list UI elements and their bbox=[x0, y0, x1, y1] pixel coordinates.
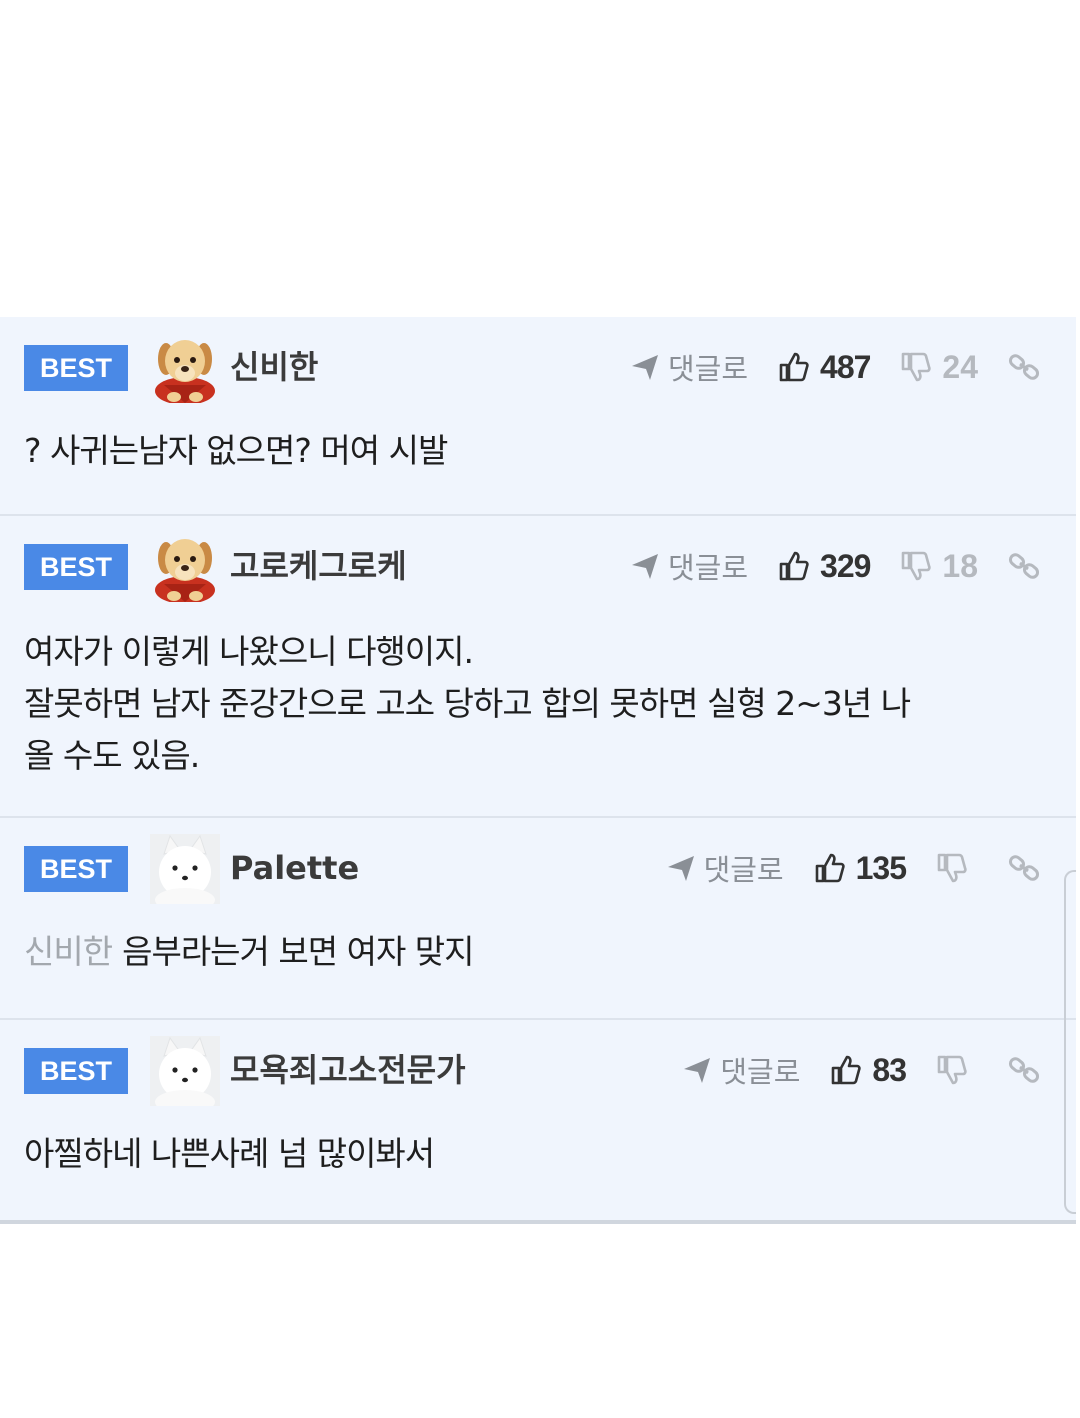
share-link-button[interactable] bbox=[1008, 351, 1040, 383]
best-badge: BEST bbox=[24, 1048, 128, 1094]
comment-item: BEST 모욕죄고소전문가 댓글로 83 아찔하네 나쁜사례 넘 많이봐서 bbox=[0, 1020, 1076, 1224]
reply-button[interactable]: 댓글로 bbox=[666, 847, 784, 889]
reply-button[interactable]: 댓글로 bbox=[630, 346, 748, 388]
scrollbar[interactable] bbox=[1064, 870, 1076, 1214]
thumbs-up-icon bbox=[832, 1055, 862, 1085]
comment-body: 아찔하네 나쁜사례 넘 많이봐서 bbox=[24, 1128, 1036, 1180]
comment-header: BEST Palette 댓글로 135 bbox=[24, 834, 1076, 904]
comment-text-line: 신비한 음부라는거 보면 여자 맞지 bbox=[24, 926, 1036, 978]
dislike-button[interactable]: 18 bbox=[900, 548, 978, 585]
comment-item: BEST 고로케그로케 댓글로 329 18 여자가 이렇게 나왔으니 다행이지… bbox=[0, 516, 1076, 818]
link-icon bbox=[1008, 855, 1040, 881]
comment-actions: 댓글로 329 18 bbox=[630, 544, 1040, 588]
reply-arrow-icon bbox=[631, 554, 658, 579]
like-button[interactable]: 487 bbox=[778, 348, 871, 386]
thumbs-up-icon bbox=[779, 551, 809, 581]
reply-label: 댓글로 bbox=[667, 551, 749, 585]
like-count: 487 bbox=[820, 348, 871, 385]
reply-label: 댓글로 bbox=[720, 1055, 801, 1089]
comment-text: 음부라는거 보면 여자 맞지 bbox=[122, 932, 474, 971]
best-badge: BEST bbox=[24, 345, 128, 391]
link-icon bbox=[1008, 1057, 1040, 1083]
reply-arrow-icon bbox=[667, 856, 694, 881]
comment-text-line: 올 수도 있음. bbox=[24, 736, 200, 775]
comment-body: ? 사귀는남자 없으면? 머여 시발 bbox=[24, 425, 1036, 477]
best-comments-list: BEST 신비한 댓글로 487 24 ? 사귀는남자 없으면? 머여 시발 B… bbox=[0, 317, 1076, 1224]
dislike-button[interactable]: 24 bbox=[900, 349, 978, 386]
comment-nickname[interactable]: 모욕죄고소전문가 bbox=[230, 1050, 466, 1090]
reply-button[interactable]: 댓글로 bbox=[682, 1049, 800, 1091]
share-link-button[interactable] bbox=[1008, 1054, 1040, 1086]
comment-text-line: 아찔하네 나쁜사례 넘 많이봐서 bbox=[24, 1134, 435, 1173]
thumbs-down-icon bbox=[937, 853, 967, 883]
best-badge: BEST bbox=[24, 544, 128, 590]
thumbs-down-icon bbox=[937, 1055, 967, 1085]
comment-header: BEST 모욕죄고소전문가 댓글로 83 bbox=[24, 1036, 1076, 1106]
like-count: 329 bbox=[820, 547, 871, 584]
like-count: 83 bbox=[872, 1051, 907, 1088]
reply-label: 댓글로 bbox=[667, 352, 749, 386]
like-button[interactable]: 83 bbox=[830, 1051, 907, 1089]
dislike-button[interactable] bbox=[936, 852, 978, 884]
white-dog-avatar[interactable] bbox=[150, 1036, 220, 1106]
comment-actions: 댓글로 83 bbox=[682, 1048, 1040, 1092]
thumbs-down-icon bbox=[902, 352, 932, 382]
thumbs-up-icon bbox=[815, 853, 845, 883]
puppy-avatar[interactable] bbox=[150, 532, 220, 602]
like-count: 135 bbox=[855, 849, 907, 886]
comment-nickname[interactable]: 고로케그로케 bbox=[230, 546, 407, 586]
thumbs-down-icon bbox=[902, 551, 932, 581]
comment-actions: 댓글로 487 24 bbox=[630, 345, 1040, 389]
comment-body: 신비한 음부라는거 보면 여자 맞지 bbox=[24, 926, 1036, 978]
comment-text-line: 잘못하면 남자 준강간으로 고소 당하고 합의 못하면 실형 2~3년 나 bbox=[24, 684, 911, 723]
comment-header: BEST 고로케그로케 댓글로 329 18 bbox=[24, 538, 1076, 602]
comment-item: BEST Palette 댓글로 135 신비한 음부라는거 보면 여자 맞지 bbox=[0, 818, 1076, 1020]
like-button[interactable]: 135 bbox=[814, 849, 907, 887]
puppy-avatar[interactable] bbox=[150, 333, 220, 403]
link-icon bbox=[1008, 354, 1040, 380]
comment-text-line: ? 사귀는남자 없으면? 머여 시발 bbox=[24, 431, 448, 470]
mention-tag[interactable]: 신비한 bbox=[24, 932, 113, 971]
comment-nickname[interactable]: 신비한 bbox=[230, 347, 318, 387]
best-badge: BEST bbox=[24, 846, 128, 892]
like-button[interactable]: 329 bbox=[778, 547, 871, 585]
comment-body: 여자가 이렇게 나왔으니 다행이지. 잘못하면 남자 준강간으로 고소 당하고 … bbox=[24, 626, 1036, 782]
link-icon bbox=[1008, 553, 1040, 579]
share-link-button[interactable] bbox=[1008, 852, 1040, 884]
white-dog-avatar[interactable] bbox=[150, 834, 220, 904]
dislike-count: 18 bbox=[942, 547, 978, 584]
comment-header: BEST 신비한 댓글로 487 24 bbox=[24, 339, 1076, 403]
reply-arrow-icon bbox=[631, 355, 658, 380]
dislike-button[interactable] bbox=[936, 1054, 978, 1086]
thumbs-up-icon bbox=[779, 352, 809, 382]
comment-text-line: 여자가 이렇게 나왔으니 다행이지. bbox=[24, 632, 474, 671]
dislike-count: 24 bbox=[942, 348, 978, 385]
comment-item: BEST 신비한 댓글로 487 24 ? 사귀는남자 없으면? 머여 시발 bbox=[0, 317, 1076, 516]
reply-button[interactable]: 댓글로 bbox=[630, 545, 748, 587]
share-link-button[interactable] bbox=[1008, 550, 1040, 582]
reply-arrow-icon bbox=[684, 1058, 711, 1083]
reply-label: 댓글로 bbox=[703, 853, 784, 887]
comment-actions: 댓글로 135 bbox=[666, 846, 1040, 890]
comment-nickname[interactable]: Palette bbox=[230, 848, 359, 888]
